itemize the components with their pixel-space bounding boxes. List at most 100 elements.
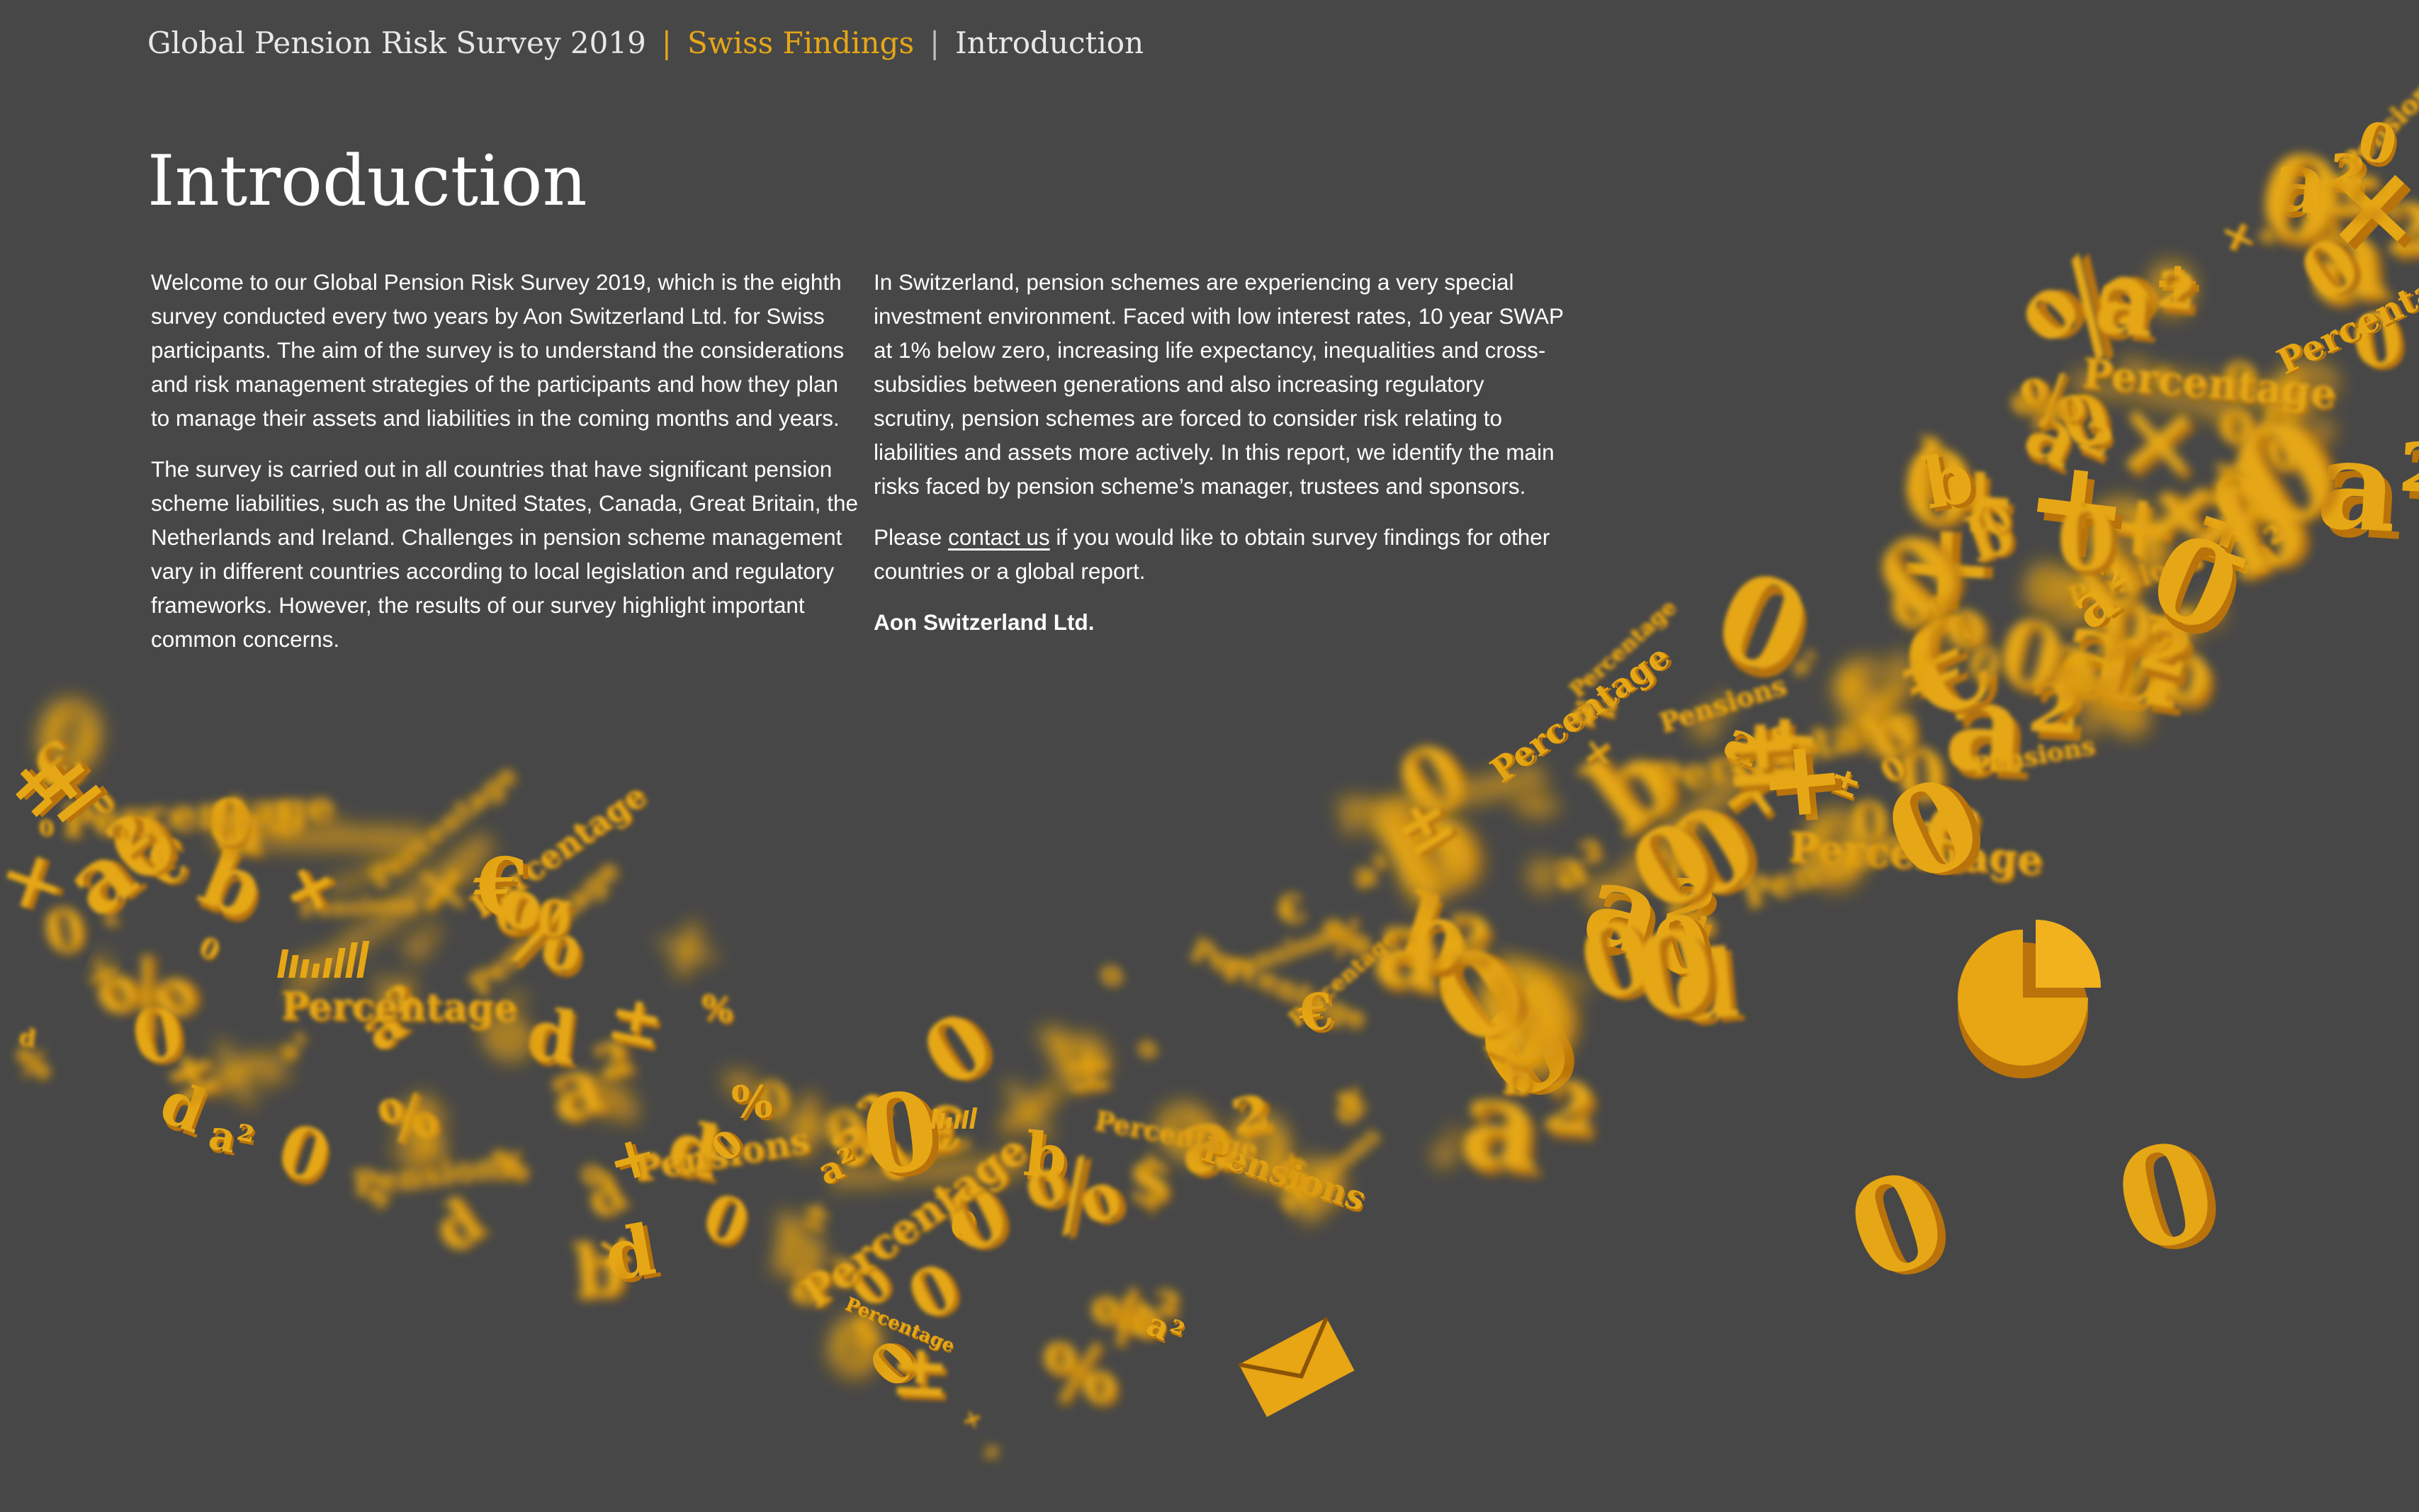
floating-glyph-face: 0 — [750, 1068, 796, 1130]
breadcrumb-report-title[interactable]: Global Pension Risk Survey 2019 — [147, 26, 646, 60]
floating-glyph-depth: 0 — [1134, 1034, 1165, 1066]
floating-glyph: ±± — [2180, 475, 2280, 596]
breadcrumb-current-page[interactable]: Introduction — [955, 26, 1144, 60]
floating-glyph-depth: a² — [2308, 184, 2419, 337]
contact-us-link[interactable]: contact us — [948, 524, 1050, 550]
floating-glyph: %% — [2215, 388, 2309, 499]
floating-glyph-depth: ± — [1747, 694, 1832, 809]
floating-glyph-face: d — [1709, 689, 1739, 720]
floating-glyph-face: 0 — [2351, 108, 2403, 179]
floating-glyph-depth: 0 — [2136, 515, 2260, 670]
floating-glyph-face: 0 — [2141, 247, 2199, 329]
floating-glyph-depth: % — [1089, 1274, 1173, 1367]
floating-glyph-face: × — [1037, 1073, 1064, 1105]
floating-glyph-depth: € — [1887, 589, 2023, 756]
floating-glyph-depth: a² — [814, 1140, 867, 1195]
floating-glyph-depth: % — [1670, 893, 1718, 952]
floating-glyph-face: 0 — [816, 1093, 875, 1168]
floating-glyph: PercentagePercentage — [2080, 349, 2340, 420]
floating-glyph-depth: $ — [388, 1080, 461, 1189]
floating-glyph-face: b — [2197, 448, 2323, 606]
floating-glyph-face: ± — [152, 1029, 230, 1119]
floating-glyph-face: ± — [2316, 137, 2385, 233]
floating-glyph-depth: € — [922, 1096, 969, 1169]
floating-glyph-depth: d — [604, 1212, 666, 1301]
floating-glyph-face: a² — [1786, 645, 1822, 682]
floating-glyph-face: b — [1387, 872, 1483, 998]
floating-glyph-face: 0 — [1973, 493, 2020, 548]
floating-glyph-face: b — [1354, 766, 1501, 935]
floating-glyph-depth: × — [2328, 143, 2419, 281]
floating-glyph: %% — [1999, 219, 2188, 398]
floating-glyph: bb — [1354, 766, 1511, 937]
floating-glyph: bb — [768, 1201, 831, 1295]
floating-glyph: 00 — [269, 1107, 342, 1206]
floating-glyph-depth: 0 — [1757, 717, 1803, 779]
floating-glyph-depth: % — [89, 930, 220, 1067]
floating-glyph: a²a² — [788, 1244, 859, 1321]
floating-glyph: €€ — [137, 825, 199, 903]
floating-glyph: %% — [2056, 645, 2153, 761]
floating-glyph-face: 0 — [92, 792, 194, 902]
floating-glyph-depth: Percentage — [283, 986, 520, 1032]
floating-glyph-face: a² — [2313, 412, 2419, 564]
floating-glyph-depth: ± — [1385, 779, 1473, 874]
floating-glyph-depth: a² — [1948, 658, 2092, 813]
floating-glyph-face: 0 — [1409, 918, 1551, 1075]
floating-glyph-face: 0 — [2204, 383, 2364, 566]
floating-glyph-face: a² — [2159, 584, 2223, 653]
floating-glyph: 00 — [2100, 1108, 2240, 1289]
floating-glyph-face: a² — [1168, 1076, 1283, 1197]
floating-glyph: 00 — [1609, 794, 1744, 940]
floating-glyph-depth: % — [726, 1066, 762, 1111]
floating-glyph: 00 — [84, 784, 124, 824]
floating-glyph-face: Pensions — [2064, 542, 2205, 614]
breadcrumb-section-swiss-findings[interactable]: Swiss Findings — [687, 26, 914, 60]
floating-glyph-depth: a² — [275, 1027, 316, 1070]
floating-glyph-face: 0 — [1380, 720, 1483, 838]
floating-glyph: %% — [586, 1068, 640, 1133]
floating-glyph-face: d — [662, 1104, 726, 1196]
floating-glyph: 00 — [2285, 220, 2381, 319]
floating-glyph-depth: × — [500, 981, 533, 1020]
floating-glyph-depth: a² — [1717, 711, 1797, 794]
floating-glyph-face: a² — [1567, 683, 1621, 740]
floating-glyph-depth: Pensions — [327, 837, 426, 901]
floating-glyph: 00 — [946, 1201, 982, 1252]
floating-glyph: %% — [491, 1142, 531, 1190]
floating-glyph-face: 0 — [269, 1107, 340, 1200]
floating-glyph-depth: ± — [2182, 481, 2279, 596]
floating-glyph: %% — [723, 1064, 762, 1111]
floating-glyph-depth: 0 — [1387, 722, 1490, 840]
floating-glyph: a²a² — [2255, 216, 2293, 256]
floating-glyph: 00 — [1227, 1095, 1295, 1205]
floating-glyph: ×× — [2321, 137, 2419, 281]
floating-glyph: PercentagePercentage — [362, 758, 525, 896]
floating-glyph: 00 — [1961, 633, 2010, 697]
intro-right-column: In Switzerland, pension schemes are expe… — [874, 265, 1568, 656]
floating-glyph: 00 — [2051, 376, 2124, 468]
floating-glyph-face: 0 — [1902, 429, 1972, 546]
floating-glyph: a²a² — [1141, 1304, 1190, 1357]
floating-glyph: PercentagePercentage — [1185, 931, 1372, 1039]
floating-glyph: a²a² — [1941, 650, 2092, 813]
floating-glyph: PensionsPensions — [2064, 542, 2207, 615]
floating-glyph: €€ — [1295, 981, 1340, 1046]
floating-glyph-depth: 0 — [1792, 791, 1883, 917]
floating-glyph-face: × — [591, 1221, 638, 1280]
floating-glyph-depth: 0 — [26, 682, 117, 801]
floating-glyph-face: × — [1327, 1074, 1375, 1127]
floating-glyph: ±± — [794, 1189, 839, 1243]
floating-glyph: ×× — [409, 845, 478, 932]
floating-glyph-face: 0 — [574, 1157, 613, 1197]
floating-glyph-depth: % — [493, 1144, 531, 1190]
floating-glyph: a²a² — [345, 971, 443, 1066]
floating-glyph-depth: d — [1936, 797, 1967, 834]
floating-glyph-face: 0 — [23, 675, 113, 794]
floating-glyph-face: 0 — [468, 997, 546, 1079]
intro-paragraph-countries: The survey is carried out in all countri… — [151, 456, 859, 652]
floating-glyph: PensionsPensions — [1735, 810, 1933, 918]
floating-glyph: ++ — [2152, 248, 2206, 321]
pie-chart-icon — [1958, 920, 2101, 1078]
floating-glyph-depth: × — [1039, 1075, 1066, 1107]
